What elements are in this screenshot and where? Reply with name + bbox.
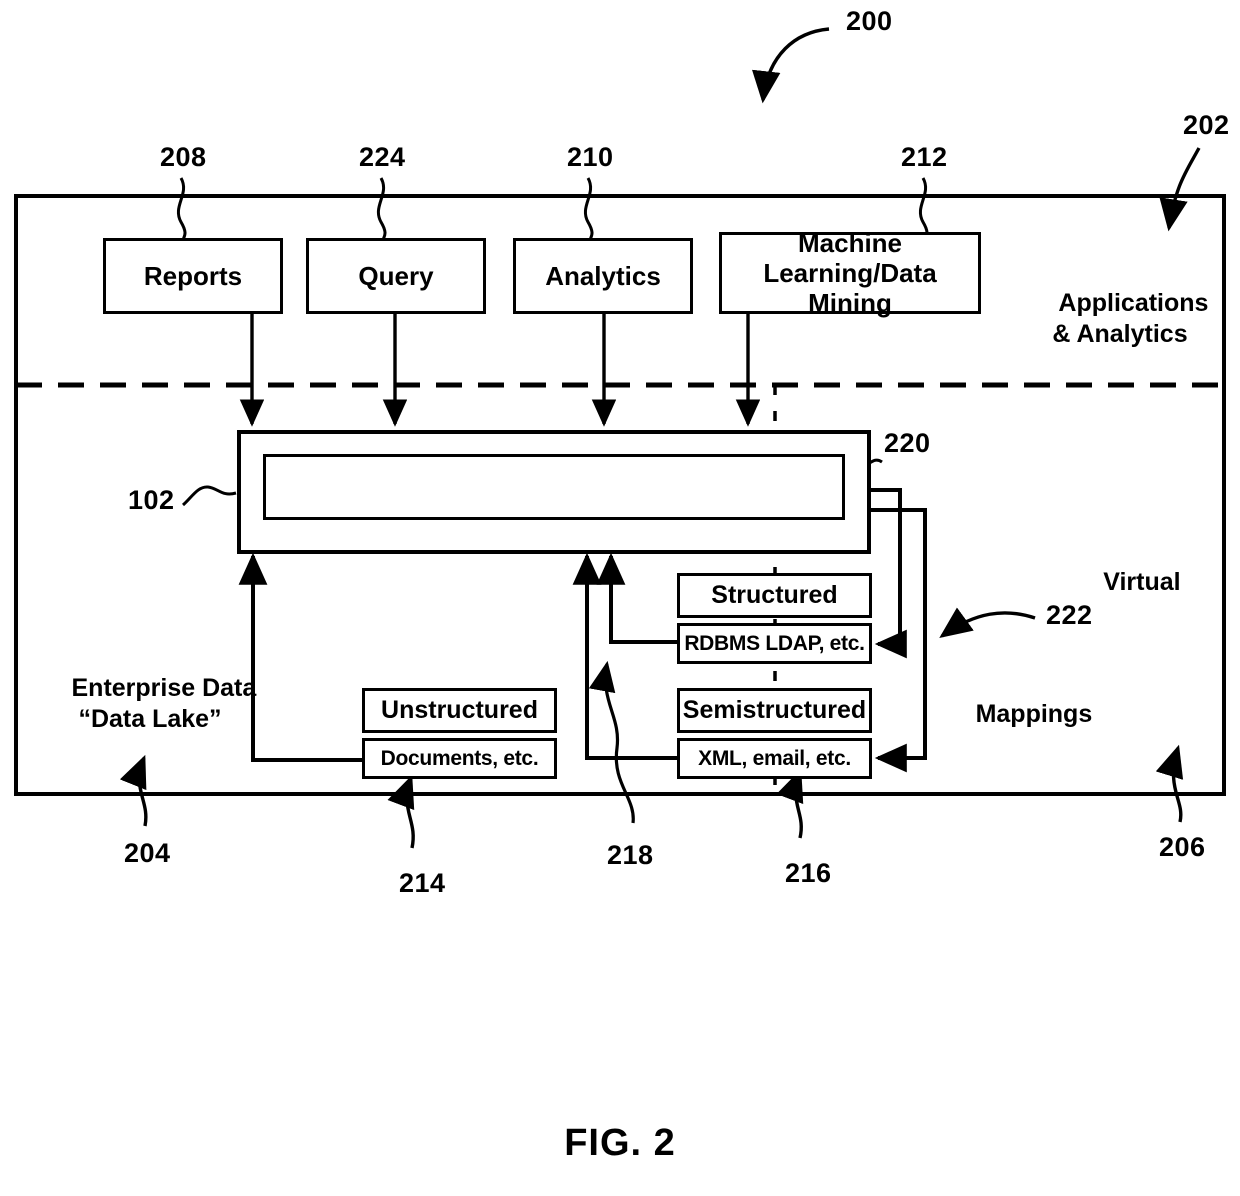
return-line-structured xyxy=(596,552,677,644)
region-label-mappings: Mappings xyxy=(930,668,1110,761)
ref-numeral-214: 214 xyxy=(399,868,446,898)
source-type-box-semistructured-label: Semistructured xyxy=(682,696,867,724)
ref-numeral-102: 102 xyxy=(128,485,175,515)
app-box-reports-label: Reports xyxy=(143,261,243,291)
figure-caption: FIG. 2 xyxy=(564,1122,676,1164)
region-label-enterprise-data: Enterprise Data “Data Lake” xyxy=(30,642,270,766)
ref-numeral-202: 202 xyxy=(1183,110,1230,140)
diagram-lines-layer xyxy=(14,27,1226,849)
ref-numeral-224: 224 xyxy=(359,142,406,172)
source-example-box-xml-email[interactable]: XML, email, etc. xyxy=(677,738,872,779)
app-box-machine-learning-data-mining[interactable]: Machine Learning/Data Mining xyxy=(719,228,981,318)
mapping-line-structured xyxy=(869,488,907,659)
leader-216 xyxy=(776,768,804,839)
source-example-box-rdbms-ldap-label: RDBMS LDAP, etc. xyxy=(684,631,865,655)
region-label-applications-analytics-text: Applications & Analytics xyxy=(1052,289,1209,348)
leader-218 xyxy=(588,660,635,824)
leader-102 xyxy=(181,485,237,507)
ref-numeral-208: 208 xyxy=(160,142,207,172)
region-label-mappings-text: Mappings xyxy=(975,700,1093,728)
app-box-reports[interactable]: Reports xyxy=(103,238,283,314)
source-example-box-documents[interactable]: Documents, etc. xyxy=(362,738,557,779)
return-line-semistructured xyxy=(572,552,677,760)
source-example-box-rdbms-ldap[interactable]: RDBMS LDAP, etc. xyxy=(677,623,872,664)
ref-numeral-218: 218 xyxy=(607,840,654,870)
source-type-box-unstructured-label: Unstructured xyxy=(381,696,538,724)
source-type-box-structured[interactable]: Structured xyxy=(677,573,872,618)
app-box-query[interactable]: Query xyxy=(306,238,486,314)
ref-numeral-212: 212 xyxy=(901,142,948,172)
region-label-virtual-text: Virtual xyxy=(1103,568,1181,596)
source-type-box-unstructured[interactable]: Unstructured xyxy=(362,688,557,733)
virtual-data-layer-inner-box[interactable] xyxy=(263,454,845,520)
leader-210 xyxy=(583,177,594,241)
app-box-query-label: Query xyxy=(358,261,434,291)
leader-202 xyxy=(1159,147,1201,232)
app-box-analytics[interactable]: Analytics xyxy=(513,238,693,314)
ref-numeral-204: 204 xyxy=(124,838,171,868)
ref-numeral-206: 206 xyxy=(1159,832,1206,862)
ref-numeral-216: 216 xyxy=(785,858,832,888)
ref-numeral-200: 200 xyxy=(846,6,893,36)
source-type-box-structured-label: Structured xyxy=(711,581,838,609)
leader-224 xyxy=(376,177,387,241)
leader-206 xyxy=(1155,744,1184,823)
source-type-box-semistructured[interactable]: Semistructured xyxy=(677,688,872,733)
source-example-box-xml-email-label: XML, email, etc. xyxy=(698,746,851,770)
leader-200 xyxy=(752,27,830,104)
app-box-analytics-label: Analytics xyxy=(545,261,661,291)
source-example-box-documents-label: Documents, etc. xyxy=(380,746,539,770)
figure-root: 200 202 204 206 208 210 212 214 216 218 … xyxy=(0,0,1240,1196)
mapping-line-semistructured xyxy=(869,508,927,773)
app-box-machine-learning-data-mining-label: Machine Learning/Data Mining xyxy=(763,228,937,318)
region-label-enterprise-data-text: Enterprise Data “Data Lake” xyxy=(71,674,257,733)
region-label-applications-analytics: Applications & Analytics xyxy=(1020,257,1220,381)
region-label-virtual: Virtual xyxy=(1058,536,1198,629)
leader-214 xyxy=(387,774,415,849)
leader-208 xyxy=(176,177,187,241)
ref-numeral-210: 210 xyxy=(567,142,614,172)
leader-222 xyxy=(939,607,1036,638)
ref-numeral-220: 220 xyxy=(884,428,931,458)
